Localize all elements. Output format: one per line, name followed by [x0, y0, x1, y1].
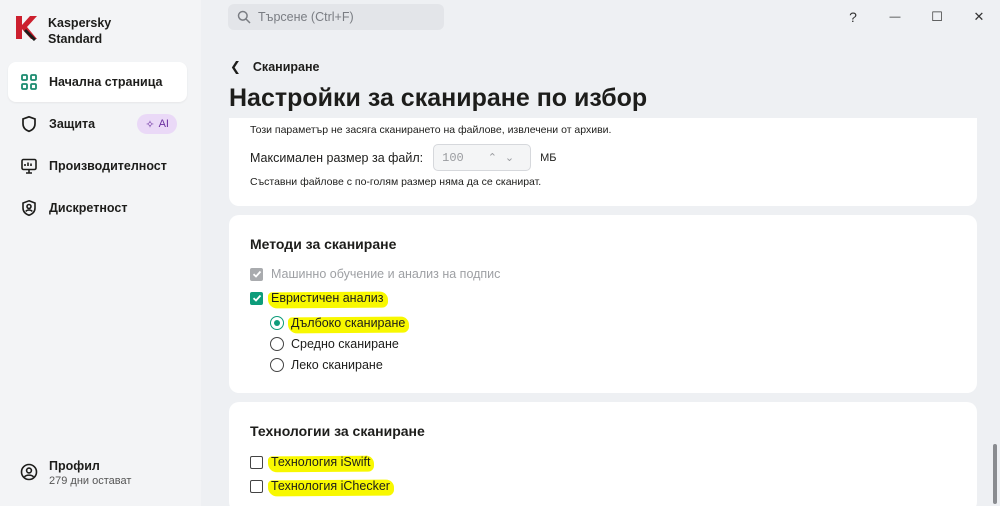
max-file-size-label: Максимален размер за файл:	[250, 150, 424, 165]
home-grid-icon	[20, 73, 38, 91]
app-name-line1: Kaspersky	[48, 16, 112, 30]
size-unit: МБ	[540, 151, 557, 164]
check-icon	[252, 270, 261, 278]
heuristic-checkbox[interactable]	[250, 291, 263, 305]
app-name: Kaspersky Standard	[48, 15, 111, 47]
minimize-button[interactable]: —	[874, 0, 916, 34]
minimize-icon: —	[889, 11, 901, 23]
profile-button[interactable]: Профил 279 дни остават	[20, 458, 131, 489]
sidebar-item-protection[interactable]: Защита ✧ AI	[8, 104, 187, 144]
close-icon: ✕	[973, 9, 985, 24]
ml-checkbox[interactable]	[250, 267, 263, 281]
privacy-shield-icon	[20, 199, 38, 217]
ichecker-label: Технология iChecker	[271, 479, 390, 493]
ml-checkbox-row[interactable]: Машинно обучение и анализ на подпис	[250, 267, 500, 281]
radio-label: Дълбоко сканиране	[291, 316, 406, 330]
app-logo: Kaspersky Standard	[14, 15, 111, 47]
radio-button[interactable]	[270, 358, 284, 372]
iswift-checkbox[interactable]	[250, 455, 263, 469]
ai-badge-label: AI	[158, 118, 169, 130]
scan-methods-card: Методи за сканиране Машинно обучение и а…	[229, 215, 977, 393]
maximize-button[interactable]: ☐	[916, 0, 958, 34]
sidebar-item-home[interactable]: Начална страница	[8, 62, 187, 102]
main-content: Търсене (Ctrl+F) ? — ☐ ✕ ❮ Сканиране Нас…	[201, 0, 1000, 506]
iswift-label: Технология iSwift	[271, 455, 371, 469]
chevron-left-icon: ❮	[230, 59, 241, 74]
app-name-line2: Standard	[48, 32, 103, 46]
close-button[interactable]: ✕	[958, 0, 1000, 34]
sidebar-item-label: Начална страница	[49, 75, 163, 89]
scan-technologies-card: Технологии за сканиране Технология iSwif…	[229, 402, 977, 506]
ai-badge: ✧ AI	[137, 114, 177, 134]
heuristic-checkbox-row[interactable]: Евристичен анализ:	[250, 291, 387, 305]
compound-files-note: Съставни файлове с по-голям размер няма …	[250, 176, 542, 188]
check-icon	[252, 294, 261, 302]
monitor-icon	[20, 157, 38, 175]
iswift-checkbox-row[interactable]: Технология iSwift	[250, 455, 370, 469]
ichecker-checkbox-row[interactable]: Технология iChecker	[250, 479, 390, 493]
help-button[interactable]: ?	[832, 0, 874, 34]
back-link[interactable]: ❮ Сканиране	[230, 59, 319, 75]
search-placeholder: Търсене (Ctrl+F)	[258, 10, 354, 24]
file-size-card: Този параметър не засяга сканирането на …	[229, 118, 977, 206]
radio-button[interactable]	[270, 316, 284, 330]
sparkle-icon: ✧	[145, 118, 155, 131]
scan-methods-title: Методи за сканиране	[250, 236, 397, 252]
stepper-arrows-icon[interactable]: ⌃⌄	[488, 151, 522, 164]
sidebar-item-privacy[interactable]: Дискретност	[8, 188, 187, 228]
scrollbar[interactable]	[993, 444, 997, 504]
search-input[interactable]: Търсене (Ctrl+F)	[228, 4, 444, 30]
sidebar: Kaspersky Standard Начална страница Защи…	[0, 0, 201, 506]
radio-button[interactable]	[270, 337, 284, 351]
radio-label: Средно сканиране	[291, 337, 399, 351]
radio-deep-scan[interactable]: Дълбоко сканиране	[270, 316, 405, 330]
page-title: Настройки за сканиране по избор	[229, 84, 648, 112]
profile-name: Профил	[49, 459, 100, 473]
ml-label: Машинно обучение и анализ на подпис	[271, 267, 501, 281]
sidebar-item-label: Дискретност	[49, 201, 128, 215]
radio-medium-scan[interactable]: Средно сканиране	[270, 337, 399, 351]
kaspersky-logo-icon	[16, 16, 37, 41]
help-icon: ?	[849, 9, 857, 25]
ichecker-checkbox[interactable]	[250, 479, 263, 493]
window-controls: ? — ☐ ✕	[832, 0, 1000, 34]
sidebar-nav: Начална страница Защита ✧ AI Производите…	[8, 62, 187, 230]
sidebar-item-label: Производителност	[49, 159, 167, 173]
radio-label: Леко сканиране	[291, 358, 383, 372]
radio-light-scan[interactable]: Леко сканиране	[270, 358, 383, 372]
archive-note: Този параметър не засяга сканирането на …	[250, 124, 612, 136]
max-file-size-stepper[interactable]: 100 ⌃⌄	[433, 144, 532, 171]
sidebar-item-performance[interactable]: Производителност	[8, 146, 187, 186]
scan-technologies-title: Технологии за сканиране	[250, 423, 425, 439]
back-label: Сканиране	[252, 60, 320, 74]
max-file-size-row: Максимален размер за файл: 100 ⌃⌄ МБ	[250, 144, 557, 171]
max-file-size-value: 100	[442, 150, 464, 165]
search-icon	[237, 10, 251, 24]
shield-icon	[20, 115, 38, 133]
user-icon	[20, 463, 38, 481]
maximize-icon: ☐	[931, 9, 943, 24]
license-status: 279 дни остават	[49, 475, 132, 487]
heuristic-label: Евристичен анализ	[271, 291, 384, 305]
sidebar-item-label: Защита	[49, 117, 96, 131]
